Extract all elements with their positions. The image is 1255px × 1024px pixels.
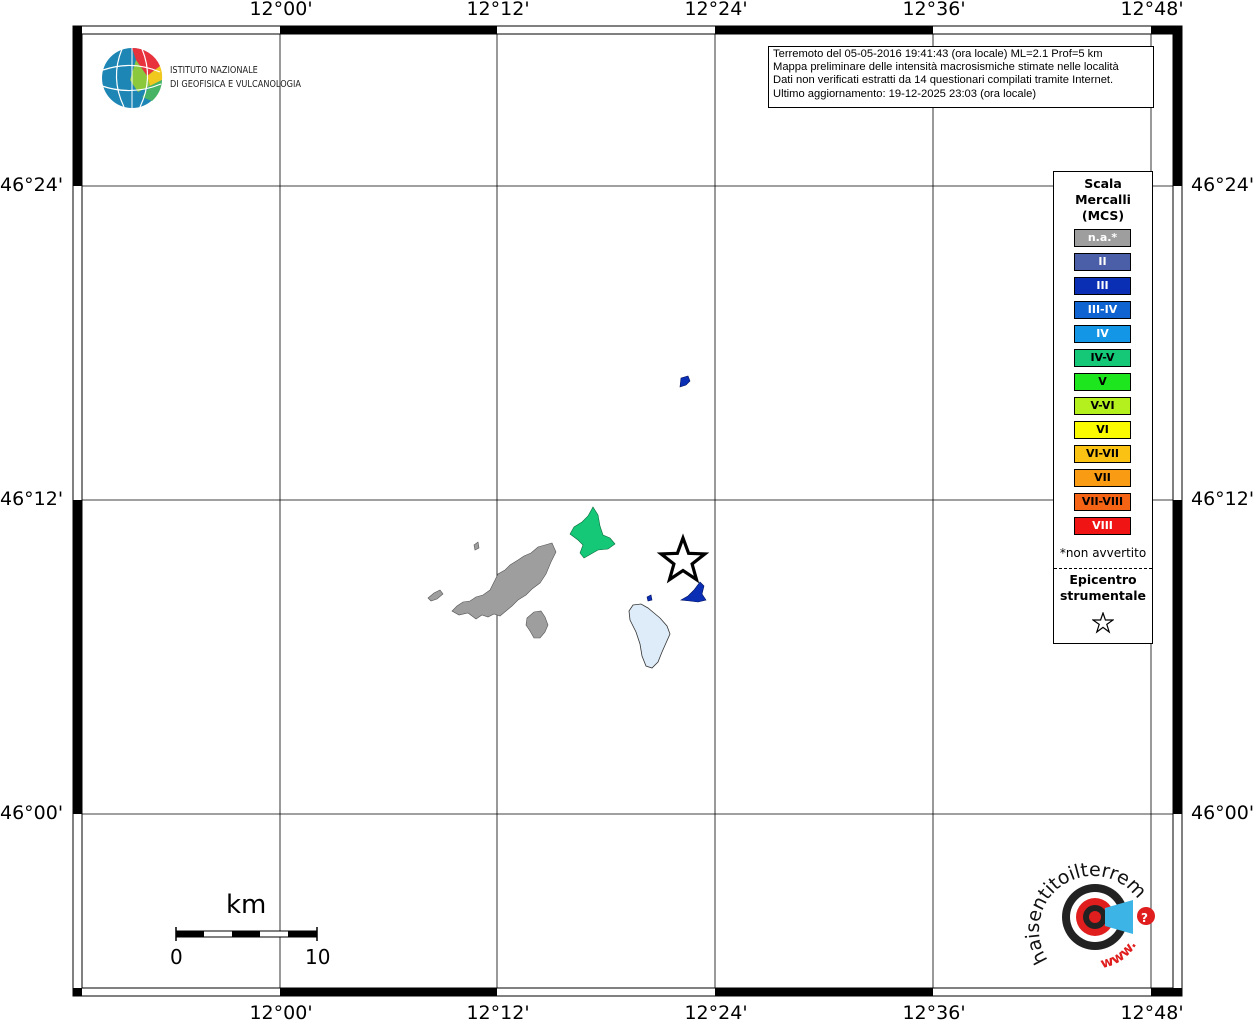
ingv-globe-icon <box>101 47 163 108</box>
legend-swatch: V-VI <box>1074 397 1131 415</box>
mcs-legend: Scala Mercalli (MCS) n.a.* II III III-IV IV I… <box>1053 171 1153 644</box>
lat-label-right-1: 46°24' <box>1191 174 1255 196</box>
haisentito-logo: haisentitoilterremoto.it www. ? <box>1020 850 1151 973</box>
scale-unit: km <box>226 890 267 920</box>
frame-border-right <box>1173 34 1182 814</box>
legend-epicenter-1: Epicentro <box>1069 572 1137 587</box>
lon-label-bottom-2: 12°12' <box>466 1002 530 1024</box>
lon-label-top-2: 12°12' <box>466 0 530 20</box>
legend-swatch: II <box>1074 253 1131 271</box>
star-outline-icon <box>1092 612 1114 634</box>
legend-title-3: (MCS) <box>1081 208 1125 223</box>
svg-text:www.: www. <box>1099 938 1140 973</box>
lat-label-right-2: 46°12' <box>1191 488 1255 510</box>
scale-min: 0 <box>170 945 183 969</box>
legend-swatch: III <box>1074 277 1131 295</box>
legend-note: *non avvertito <box>1059 546 1147 560</box>
lon-label-bottom-4: 12°36' <box>902 1002 966 1024</box>
legend-swatch: III-IV <box>1074 301 1131 319</box>
frame-border-top <box>73 26 1182 34</box>
institute-name: ISTITUTO NAZIONALE DI GEOFISICA E VULCAN… <box>170 64 301 92</box>
legend-swatch: IV-V <box>1074 349 1131 367</box>
haisentito-www: www. <box>1099 938 1140 973</box>
lat-label-left-3: 46°00' <box>0 802 64 824</box>
lon-label-bottom-3: 12°24' <box>684 1002 748 1024</box>
legend-swatch: V <box>1074 373 1131 391</box>
legend-swatch: IV <box>1074 325 1131 343</box>
lon-label-top-5: 12°48' <box>1120 0 1184 20</box>
legend-divider <box>1054 568 1152 569</box>
legend-epicenter-2: strumentale <box>1059 588 1147 603</box>
lon-label-bottom-5: 12°48' <box>1120 1002 1184 1024</box>
legend-title-1: Scala <box>1084 176 1122 191</box>
info-line-3: Dati non verificati estratti da 14 quest… <box>773 74 1114 87</box>
lat-label-right-3: 46°00' <box>1191 802 1255 824</box>
haisentito-question: ? <box>1141 911 1148 925</box>
lon-label-top-4: 12°36' <box>902 0 966 20</box>
info-line-2: Mappa preliminare delle intensità macros… <box>773 61 1119 74</box>
scale-max: 10 <box>305 945 331 969</box>
legend-swatch: VI-VII <box>1074 445 1131 463</box>
earthquake-info-box: Terremoto del 05-05-2016 19:41:43 (ora l… <box>768 46 1154 108</box>
lon-label-top-1: 12°00' <box>249 0 313 20</box>
lat-label-left-1: 46°24' <box>0 174 64 196</box>
lon-label-top-3: 12°24' <box>684 0 748 20</box>
institute-name-line1: ISTITUTO NAZIONALE <box>170 65 258 76</box>
lat-label-left-2: 46°12' <box>0 488 64 510</box>
legend-swatch: VIII <box>1074 517 1131 535</box>
frame-border-left <box>73 34 82 814</box>
legend-swatch: VII-VIII <box>1074 493 1131 511</box>
map-area <box>82 34 1173 988</box>
institute-name-line2: DI GEOFISICA E VULCANOLOGIA <box>170 79 302 90</box>
legend-swatch: n.a.* <box>1074 229 1131 247</box>
info-line-1: Terremoto del 05-05-2016 19:41:43 (ora l… <box>773 48 1103 60</box>
legend-swatch: VI <box>1074 421 1131 439</box>
info-line-4: Ultimo aggiornamento: 19-12-2025 23:03 (… <box>773 87 1037 100</box>
frame-border-bottom <box>73 988 1182 996</box>
legend-swatch: VII <box>1074 469 1131 487</box>
legend-title-2: Mercalli <box>1075 192 1131 207</box>
lon-label-bottom-1: 12°00' <box>249 1002 313 1024</box>
